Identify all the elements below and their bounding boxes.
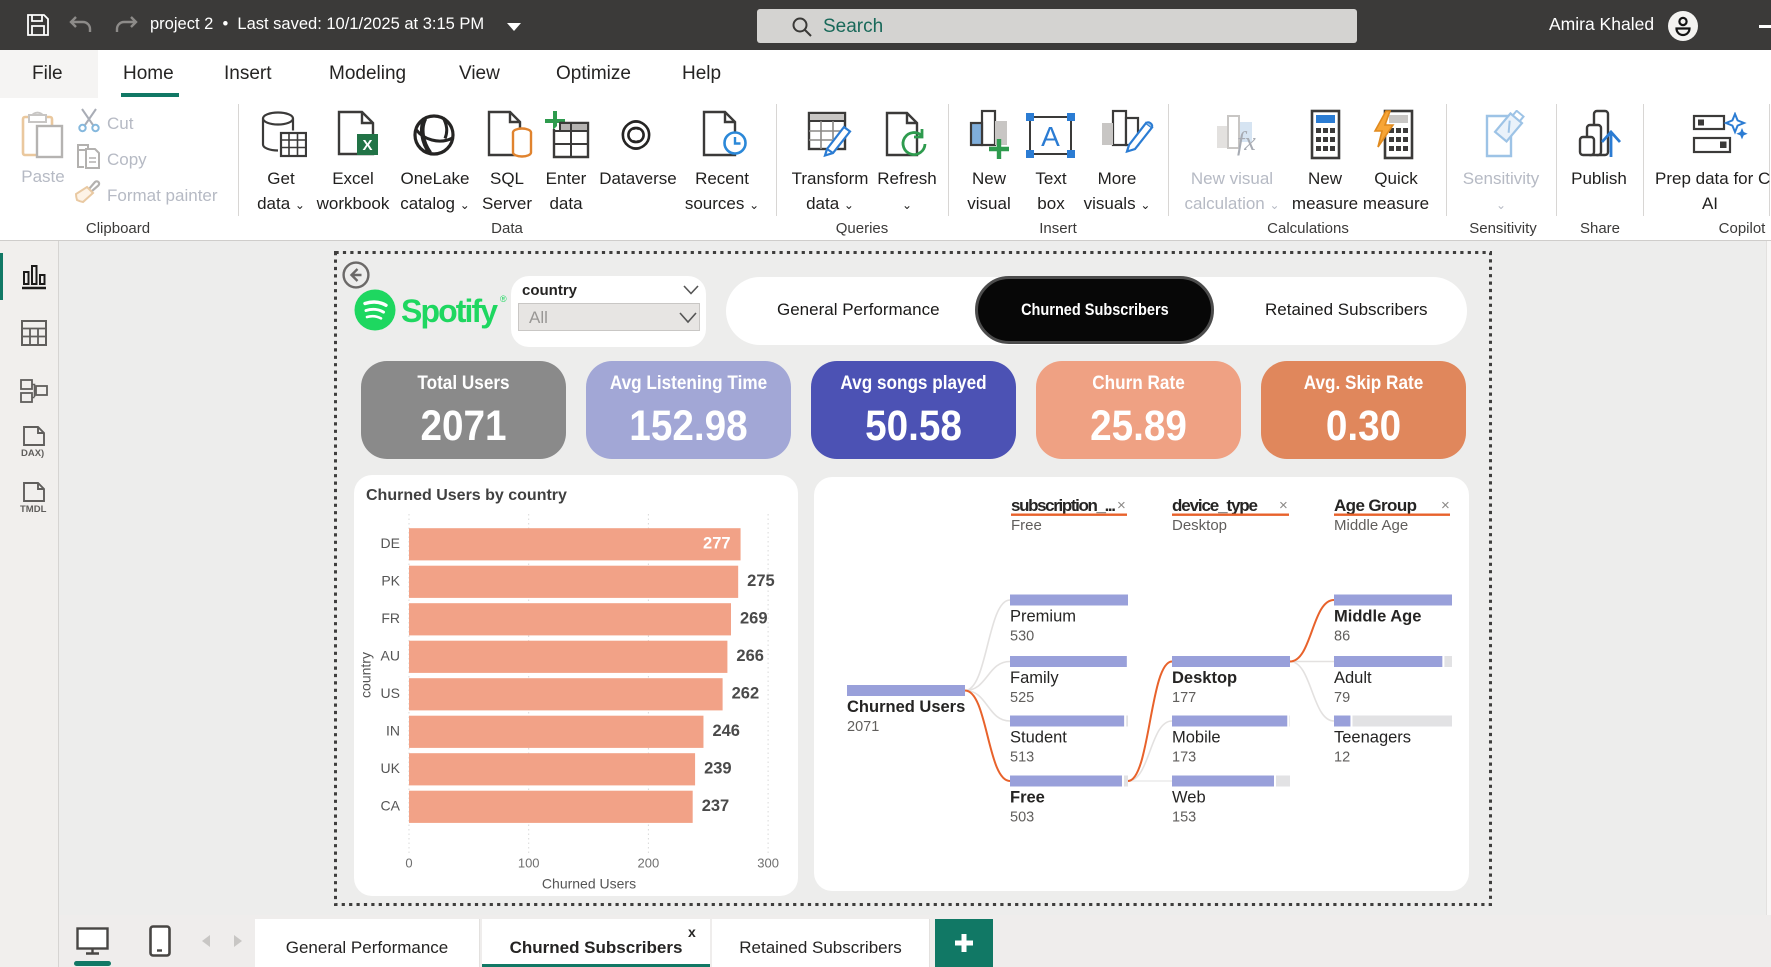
svg-text:Premium: Premium — [1010, 608, 1076, 626]
svg-text:275: 275 — [747, 572, 775, 590]
svg-text:Teenagers: Teenagers — [1334, 729, 1411, 747]
svg-text:×: × — [1441, 497, 1450, 514]
svg-text:×: × — [1279, 497, 1288, 514]
svg-text:79: 79 — [1334, 690, 1350, 706]
svg-text:Web: Web — [1172, 789, 1206, 807]
svg-text:100: 100 — [518, 855, 540, 870]
svg-text:513: 513 — [1010, 750, 1034, 766]
svg-text:Adult: Adult — [1334, 669, 1372, 687]
svg-text:0: 0 — [405, 855, 412, 870]
svg-text:DAX): DAX) — [21, 448, 44, 459]
svg-text:Desktop: Desktop — [1172, 517, 1227, 534]
svg-text:266: 266 — [736, 647, 764, 665]
svg-text:®: ® — [500, 294, 507, 304]
svg-text:Middle Age: Middle Age — [1334, 517, 1408, 534]
svg-text:subscription_...: subscription_... — [1011, 496, 1116, 515]
svg-text:Age Group: Age Group — [1334, 496, 1417, 515]
svg-text:Middle Age: Middle Age — [1334, 608, 1421, 626]
svg-text:FR: FR — [381, 610, 400, 626]
svg-text:153: 153 — [1172, 810, 1196, 826]
svg-text:237: 237 — [702, 797, 730, 815]
svg-text:DE: DE — [381, 535, 400, 551]
svg-text:TMDL: TMDL — [20, 504, 47, 515]
svg-text:US: US — [381, 685, 400, 701]
svg-text:525: 525 — [1010, 690, 1034, 706]
svg-text:300: 300 — [757, 855, 779, 870]
svg-text:503: 503 — [1010, 810, 1034, 826]
svg-text:12: 12 — [1334, 750, 1350, 766]
svg-text:AU: AU — [381, 648, 400, 664]
svg-text:530: 530 — [1010, 629, 1034, 645]
svg-text:device_type: device_type — [1172, 496, 1258, 515]
svg-text:PK: PK — [381, 573, 400, 589]
svg-text:269: 269 — [740, 610, 768, 628]
svg-text:Free: Free — [1011, 517, 1042, 534]
svg-text:277: 277 — [703, 535, 731, 553]
svg-text:Mobile: Mobile — [1172, 729, 1221, 747]
svg-text:246: 246 — [712, 722, 740, 740]
svg-text:Churned Users: Churned Users — [542, 876, 636, 892]
svg-text:country: country — [358, 652, 374, 698]
svg-text:×: × — [1117, 497, 1126, 514]
svg-text:Family: Family — [1010, 669, 1059, 687]
svg-text:A: A — [1041, 121, 1060, 152]
svg-text:173: 173 — [1172, 750, 1196, 766]
svg-text:IN: IN — [386, 723, 400, 739]
svg-text:200: 200 — [638, 855, 660, 870]
svg-text:86: 86 — [1334, 629, 1350, 645]
svg-text:Spotify: Spotify — [401, 293, 498, 329]
svg-text:X: X — [362, 137, 372, 154]
svg-text:fx: fx — [1237, 127, 1256, 156]
svg-text:Churned Users: Churned Users — [847, 698, 965, 716]
svg-text:177: 177 — [1172, 690, 1196, 706]
svg-text:Free: Free — [1010, 789, 1045, 807]
svg-text:UK: UK — [381, 760, 401, 776]
svg-text:Student: Student — [1010, 729, 1067, 747]
svg-text:239: 239 — [704, 760, 732, 778]
svg-text:262: 262 — [732, 685, 760, 703]
svg-text:Desktop: Desktop — [1172, 669, 1237, 687]
svg-text:CA: CA — [381, 798, 401, 814]
svg-text:2071: 2071 — [847, 719, 879, 735]
